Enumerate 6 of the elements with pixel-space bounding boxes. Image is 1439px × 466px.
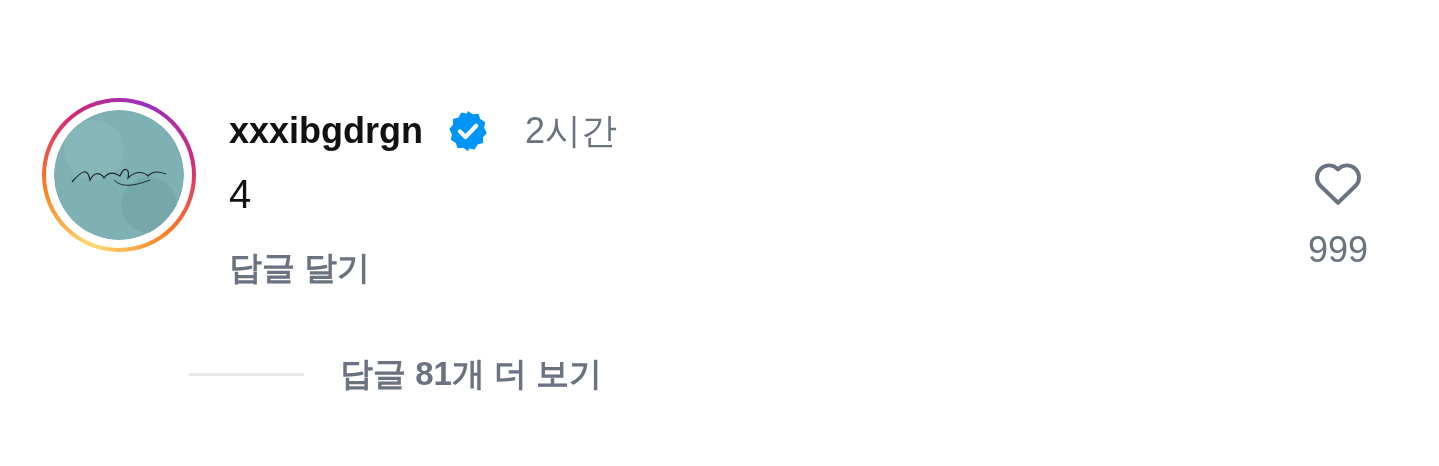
comment-text: 4 [229, 171, 253, 218]
like-count: 999 [1307, 228, 1369, 272]
username[interactable]: xxxibgdrgn [229, 104, 424, 158]
view-replies-link[interactable]: 답글 81개 더 보기 [340, 352, 603, 396]
timestamp: 2시간 [525, 109, 618, 153]
reply-link[interactable]: 답글 달기 [229, 246, 371, 290]
